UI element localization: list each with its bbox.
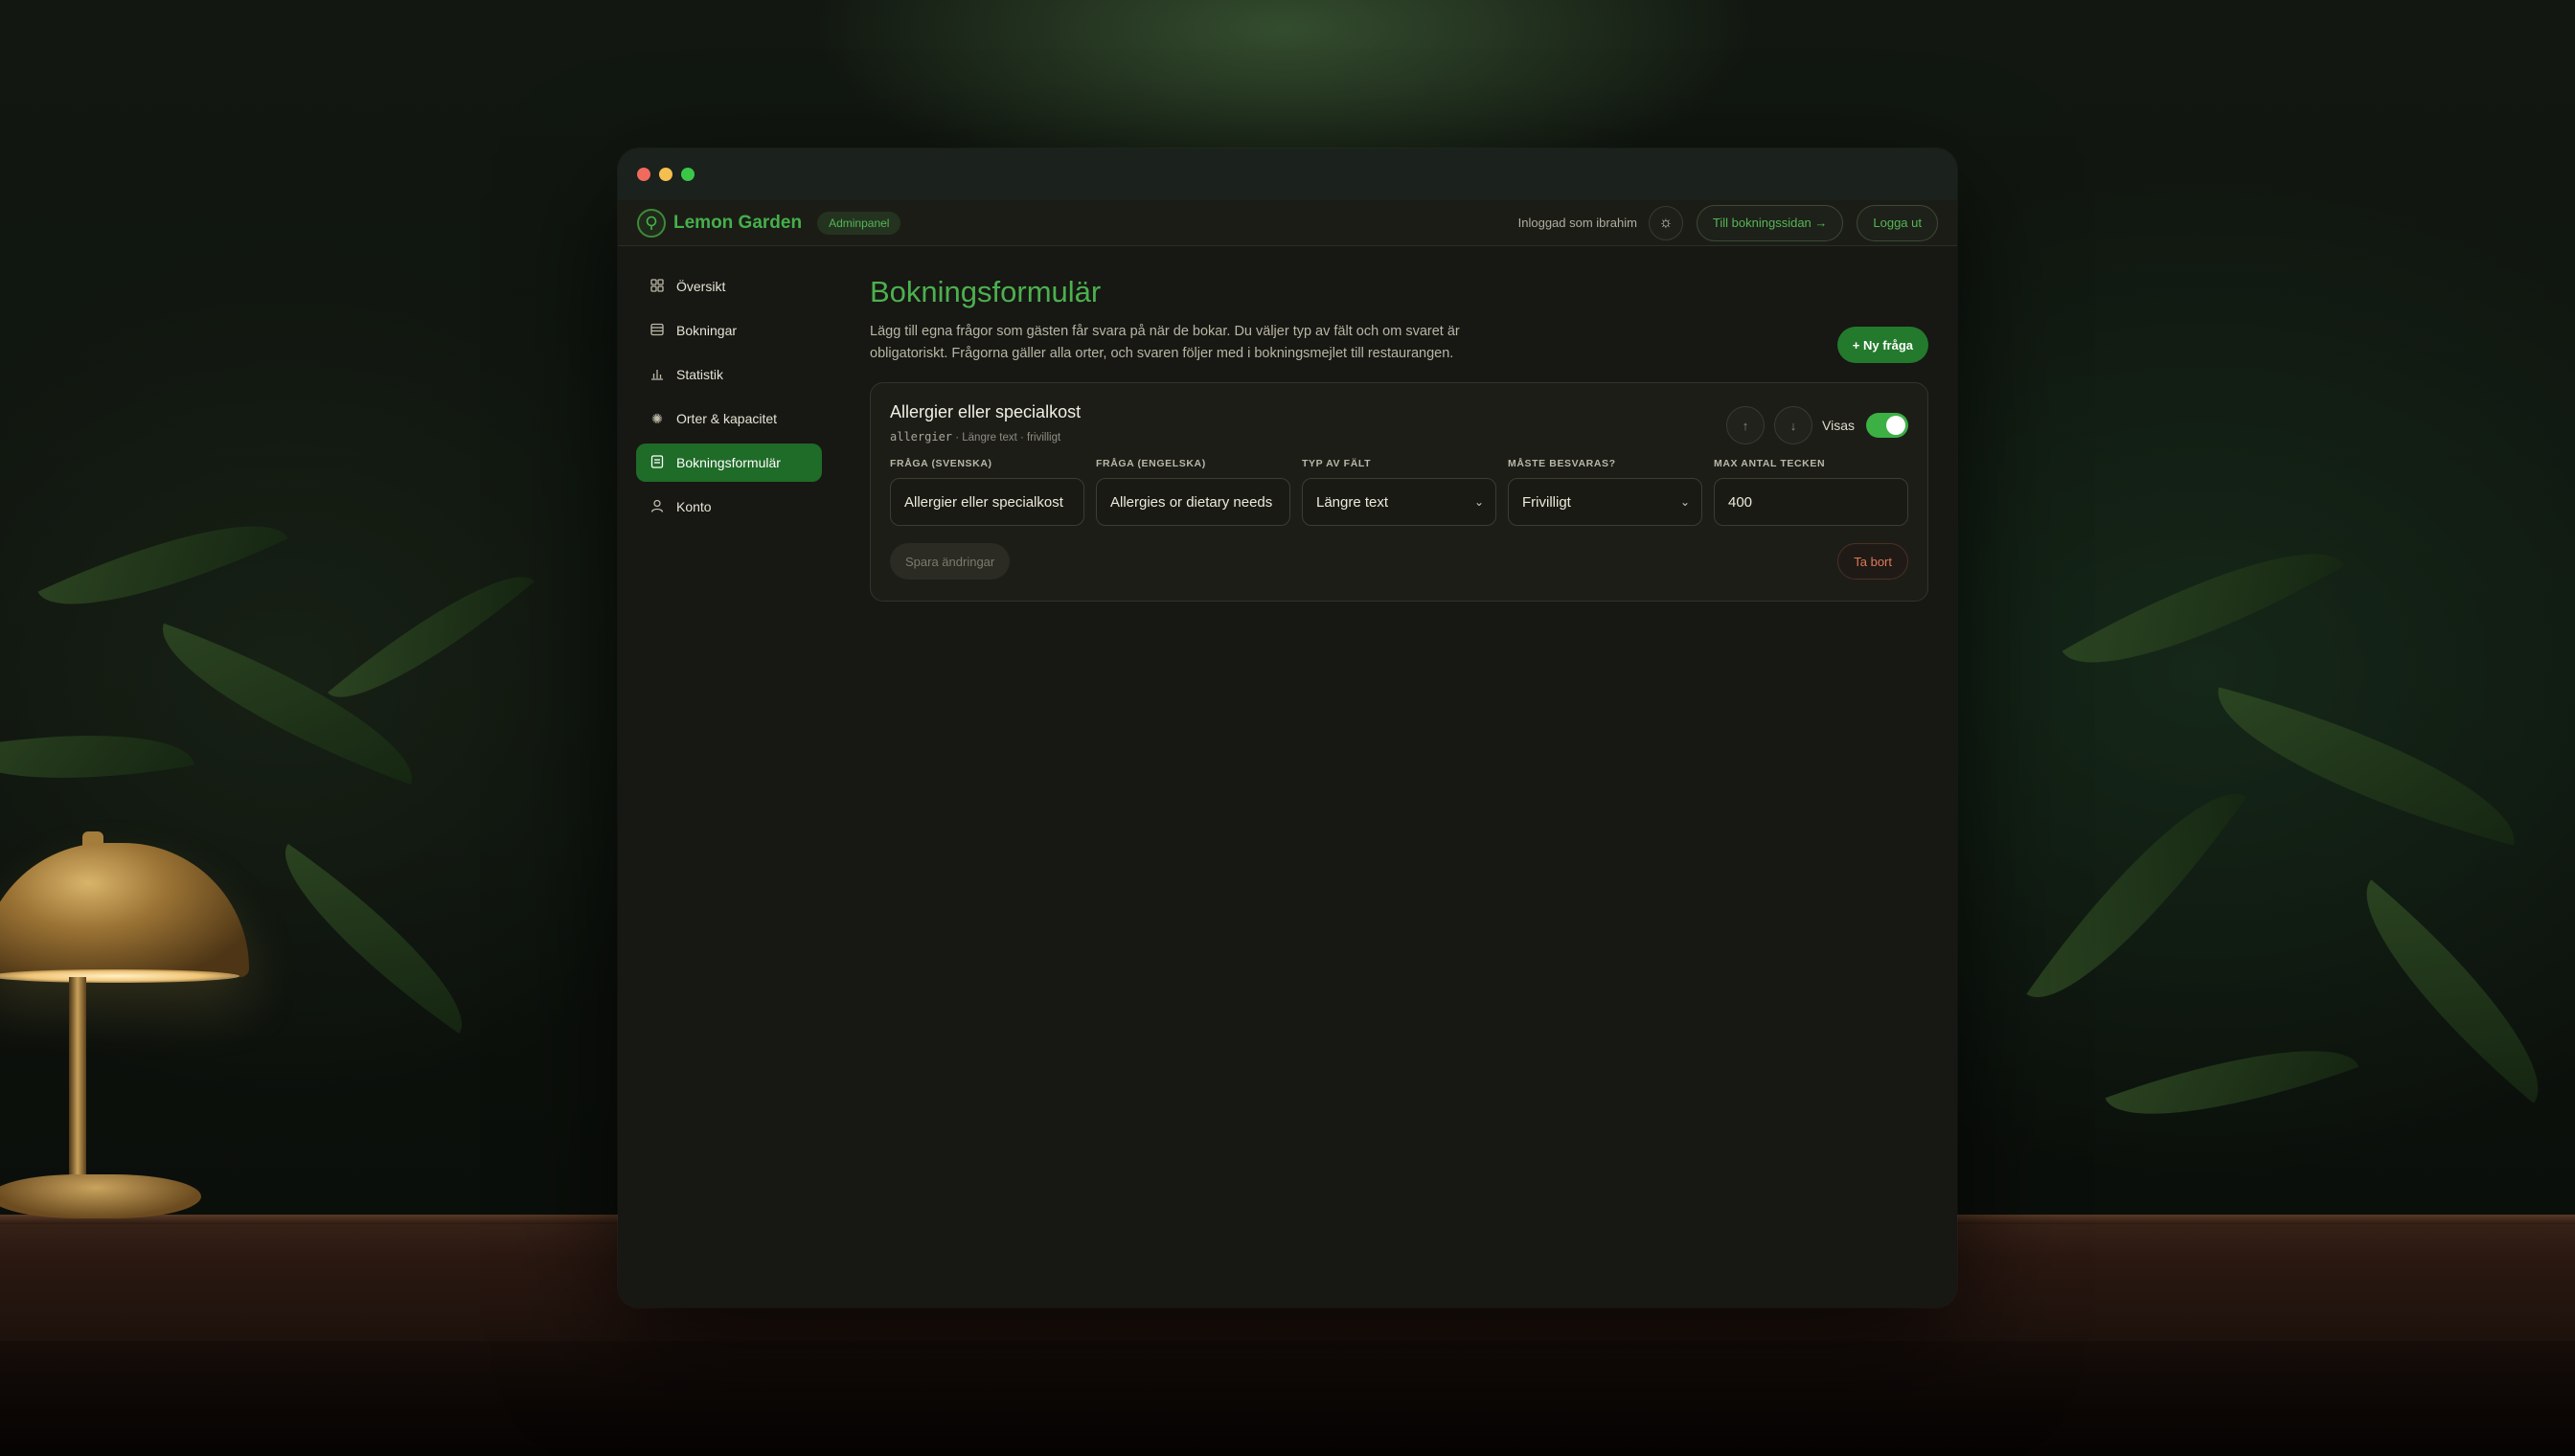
grid-icon [649,278,665,295]
question-title: Allergier eller specialkost [890,402,1082,421]
admin-badge: Adminpanel [817,211,901,235]
input-value: Allergies or dietary needs [1110,493,1273,511]
maximize-window-button[interactable] [681,168,695,181]
field-required: MÅSTE BESVARAS? Frivilligt ⌄ [1508,458,1702,526]
sidebar-item-label: Översikt [676,279,726,294]
window-titlebar [618,148,1957,200]
sidebar-item-label: Orter & kapacitet [676,411,778,426]
arrow-up-icon: ↑ [1742,418,1749,433]
lemon-tree-icon[interactable] [637,208,666,238]
question-key: allergier [890,430,953,444]
logout-button[interactable]: Logga ut [1857,204,1938,241]
sidebar-item-bokningar[interactable]: Bokningar [636,311,822,350]
gear-icon: ✺ [651,410,663,426]
list-glyph [650,323,664,335]
question-card-header: Allergier eller specialkost allergier · … [890,402,1908,444]
question-controls: ↑ ↓ Visas [1726,406,1908,444]
logged-in-text: Inloggad som ibrahim [1517,216,1637,230]
sun-icon: ☼ [1658,214,1674,231]
theme-toggle-button[interactable]: ☼ [1648,205,1683,240]
field-max-chars: MAX ANTAL TECKEN 400 [1714,458,1908,526]
new-question-button[interactable]: + Ny fråga [1836,327,1928,363]
list-icon [649,323,665,339]
move-down-button[interactable]: ↓ [1774,406,1813,444]
chevron-down-icon: ⌄ [1473,495,1484,509]
sidebar-item-label: Statistik [676,367,724,382]
sidebar-item-statistik[interactable]: Statistik [636,355,822,394]
sidebar-item-label: Bokningsformulär [676,455,781,470]
page-title: Bokningsformulär [870,275,1102,308]
move-up-button[interactable]: ↑ [1726,406,1766,444]
question-fields: FRÅGA (SVENSKA) Allergier eller specialk… [890,458,1908,526]
arrow-down-icon: ↓ [1789,418,1797,433]
question-heading: Allergier eller specialkost allergier · … [890,402,1081,444]
logo-glyph [646,216,657,230]
main-content: Bokningsformulär Lägg till egna frågor s… [839,246,1957,1308]
field-label: TYP AV FÄLT [1302,458,1372,469]
desk-lamp-base [0,1174,201,1218]
page-description: Lägg till egna frågor som gästen får sva… [870,324,1460,361]
top-bar: Lemon Garden Adminpanel Inloggad som ibr… [618,200,1957,246]
question-sv-input[interactable]: Allergier eller specialkost [890,478,1084,526]
desk-lamp-pole [69,977,86,1188]
field-question-en: FRÅGA (ENGELSKA) Allergies or dietary ne… [1096,458,1290,526]
bar-chart-glyph [651,369,663,380]
sidebar-item-oversikt[interactable]: Översikt [636,267,822,306]
field-label: FRÅGA (SVENSKA) [890,458,992,469]
question-meta: allergier · Längre text · frivilligt [890,430,1081,444]
select-value: Längre text [1316,493,1389,511]
input-value: Allergier eller specialkost [904,493,1063,511]
field-type: TYP AV FÄLT Längre text ⌄ [1302,458,1496,526]
sidebar-item-bokningsformular[interactable]: Bokningsformulär [636,444,822,482]
app-window: Lemon Garden Adminpanel Inloggad som ibr… [618,148,1957,1308]
sidebar-item-label: Konto [676,499,712,514]
field-label: FRÅGA (ENGELSKA) [1096,458,1206,469]
field-question-sv: FRÅGA (SVENSKA) Allergier eller specialk… [890,458,1084,526]
select-value: Frivilligt [1522,493,1571,511]
sidebar-item-label: Bokningar [676,323,738,338]
user-icon [649,499,665,515]
field-type-select[interactable]: Längre text ⌄ [1302,478,1496,526]
close-window-button[interactable] [637,168,650,181]
delete-button[interactable]: Ta bort [1837,543,1908,580]
visible-label: Visas [1822,418,1855,433]
chevron-down-icon: ⌄ [1679,495,1690,509]
required-select[interactable]: Frivilligt ⌄ [1508,478,1702,526]
booking-site-button[interactable]: Till bokningssidan → [1696,204,1844,241]
save-changes-button[interactable]: Spara ändringar [890,543,1011,580]
desk-shadow [0,1341,2575,1456]
input-value: 400 [1728,493,1753,511]
visible-toggle[interactable] [1866,413,1908,438]
sidebar: Översikt Bokningar Statistik ✺ Orter & k… [618,246,839,1308]
question-en-input[interactable]: Allergies or dietary needs [1096,478,1290,526]
sidebar-item-konto[interactable]: Konto [636,488,822,526]
form-icon [649,454,665,471]
max-chars-input[interactable]: 400 [1714,478,1908,526]
page-heading-block: Bokningsformulär Lägg till egna frågor s… [870,275,1483,365]
content-layout: Översikt Bokningar Statistik ✺ Orter & k… [618,246,1957,1308]
question-meta-text: · Längre text · frivilligt [955,432,1061,444]
bar-chart-icon [649,367,665,383]
field-label: MAX ANTAL TECKEN [1714,458,1826,469]
user-glyph [650,499,664,512]
form-glyph [650,454,664,468]
minimize-window-button[interactable] [659,168,672,181]
field-label: MÅSTE BESVARAS? [1508,458,1616,469]
grid-glyph [650,278,664,292]
page-header: Bokningsformulär Lägg till egna frågor s… [870,275,1928,365]
question-card: Allergier eller specialkost allergier · … [870,382,1928,602]
question-actions: Spara ändringar Ta bort [890,543,1908,580]
sidebar-item-orter[interactable]: ✺ Orter & kapacitet [636,399,822,438]
brand-name[interactable]: Lemon Garden [673,213,802,234]
